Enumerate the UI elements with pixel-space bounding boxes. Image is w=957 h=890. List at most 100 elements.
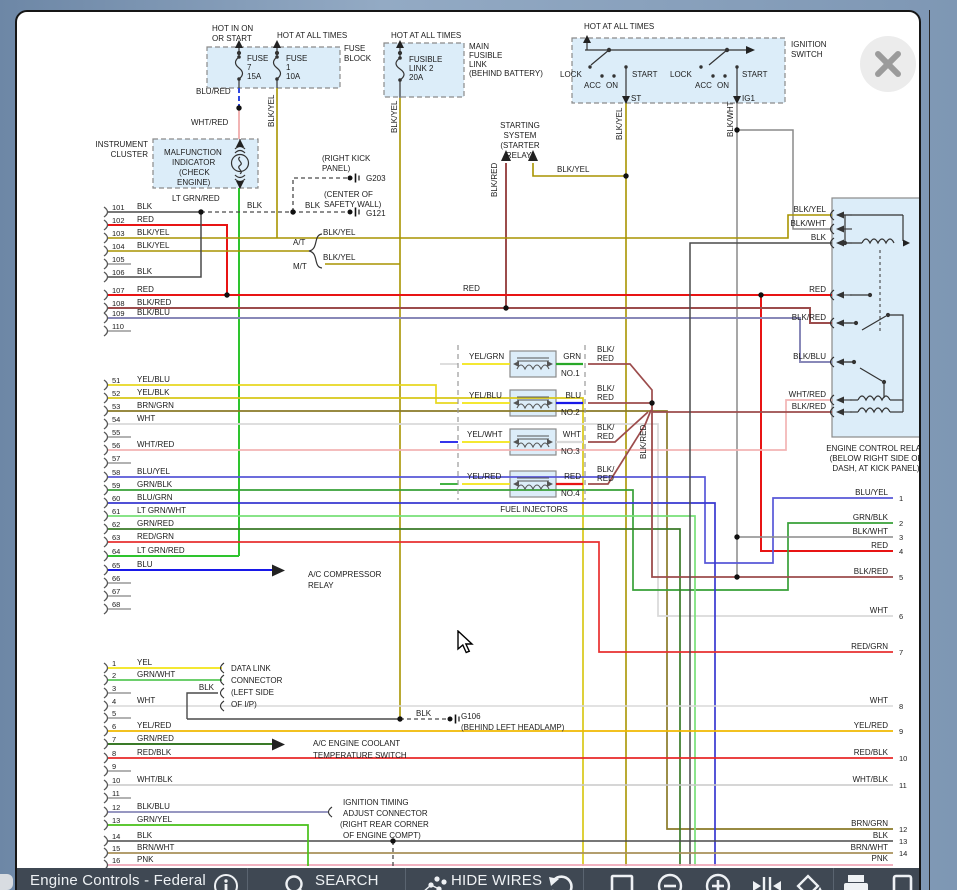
pin-number-101: 101 [112, 203, 125, 212]
save-page-button[interactable] [890, 873, 916, 890]
search-label[interactable]: SEARCH [315, 872, 379, 889]
right-pin-wire-label-4: RED [871, 541, 888, 550]
pin-wire-label-52: YEL/BLK [137, 388, 170, 397]
printer-icon [841, 873, 871, 890]
zoom-in-button[interactable] [705, 873, 731, 890]
close-button[interactable] [860, 36, 916, 92]
label-relay-cap-1: ENGINE CONTROL RELAY [826, 444, 921, 453]
toolbar-divider [405, 868, 406, 890]
color-mode-button[interactable] [795, 873, 825, 890]
dlc-brace [221, 663, 225, 673]
pin-number-67: 67 [112, 587, 120, 596]
symbol-line-22 [309, 234, 322, 268]
pin-terminal-51 [104, 380, 108, 390]
fit-width-button[interactable] [752, 873, 782, 890]
pin-number-110: 110 [112, 322, 124, 331]
label-v-blk-yel-2: BLK/YEL [390, 100, 399, 133]
right-pin-wire-label-11: WHT/BLK [852, 775, 888, 784]
pin-wire-label-64: LT GRN/RED [137, 546, 185, 555]
label-fuse-block-1: FUSE [344, 44, 365, 53]
pin-wire-label-54: WHT [137, 414, 155, 423]
pin-number-68: 68 [112, 600, 120, 609]
right-pin-wire-label-9: YEL/RED [854, 721, 888, 730]
pin-terminal-104 [104, 246, 108, 256]
label-mt: M/T [293, 262, 307, 271]
switch-contact-dot [711, 74, 714, 77]
pin-wire-label-56: WHT/RED [137, 440, 175, 449]
junction-dot [623, 173, 628, 178]
pin-terminal-66 [104, 578, 108, 588]
pin-number-109: 109 [112, 309, 125, 318]
junction-dot [290, 209, 295, 214]
pin-number-104: 104 [112, 242, 125, 251]
hide-wires-label[interactable]: HIDE WIRES [451, 872, 542, 889]
label-blu-red: BLU/RED [196, 87, 231, 96]
junction-dot-small [854, 321, 858, 325]
label-inj-r4: RED [564, 472, 581, 481]
right-pin-wire-label-14: BRN/WHT [851, 843, 888, 852]
label-fuse1-2: 1 [286, 63, 291, 72]
pin-number-3: 3 [112, 684, 116, 693]
label-rkp-2: PANEL) [322, 164, 351, 173]
pin-number-5: 5 [112, 709, 116, 718]
fuse-end-dot [398, 56, 402, 60]
fit-width-icon [752, 873, 782, 890]
label-relay-in-4: RED [809, 285, 826, 294]
junction-dot [236, 105, 241, 110]
pin-terminal-15 [104, 848, 108, 858]
label-inj-l4: YEL/RED [467, 472, 501, 481]
pin-wire-label-62: GRN/RED [137, 519, 174, 528]
label-start-a: START [632, 70, 658, 79]
zoom-out-button[interactable] [657, 873, 683, 890]
fit-screen-button[interactable] [609, 873, 635, 890]
right-pin-number-7: 7 [899, 648, 903, 657]
reset-view-button[interactable] [547, 873, 575, 890]
pin-terminal-103 [104, 233, 108, 243]
label-ign-1: IGNITION [791, 40, 827, 49]
pin-wire-label-65: BLU [137, 560, 153, 569]
label-ac-relay-1: A/C COMPRESSOR [308, 570, 382, 579]
pin-number-60: 60 [112, 494, 120, 503]
label-dlc-4: OF I/P) [231, 700, 257, 709]
right-pin-wire-label-6: WHT [870, 606, 888, 615]
pin-terminal-106 [104, 272, 108, 282]
window-edge [929, 10, 930, 890]
pin-terminal-105 [104, 259, 108, 269]
pin-number-54: 54 [112, 415, 120, 424]
label-inj-o2b: RED [597, 393, 614, 402]
label-lt-grn-red: LT GRN/RED [172, 194, 220, 203]
junction-dot-small [882, 380, 886, 384]
label-blk-dlc: BLK [199, 683, 215, 692]
print-button[interactable] [841, 873, 871, 890]
hide-wires-button[interactable] [417, 873, 447, 890]
label-itac-2: ADJUST CONNECTOR [343, 809, 428, 818]
label-hot-in-on-1: HOT IN ON [212, 24, 253, 33]
label-relay-in-5: BLK/RED [792, 313, 826, 322]
label-inj-l1: YEL/GRN [469, 352, 504, 361]
label-blk-yel-st: BLK/YEL [557, 165, 590, 174]
pin-wire-label-109: BLK/BLU [137, 308, 170, 317]
scroll-nub[interactable] [0, 874, 13, 890]
label-at: A/T [293, 238, 306, 247]
pin-wire-label-60: BLU/GRN [137, 493, 173, 502]
right-pin-number-12: 12 [899, 825, 907, 834]
pin-wire-label-108: BLK/RED [137, 298, 171, 307]
pin-terminal-57 [104, 458, 108, 468]
pin-terminal-14 [104, 836, 108, 846]
right-pin-wire-label-12: BRN/GRN [851, 819, 888, 828]
pin-number-61: 61 [112, 507, 120, 516]
info-button[interactable] [213, 873, 239, 890]
switch-pivot-dot [725, 48, 729, 52]
label-inj-r3: WHT [563, 430, 581, 439]
label-inj-n1: NO.1 [561, 369, 580, 378]
pin-terminal-64 [104, 551, 108, 561]
wires-icon [417, 873, 447, 890]
search-button[interactable] [283, 873, 309, 890]
pin-number-65: 65 [112, 561, 120, 570]
label-v-blk-red-1: BLK/RED [490, 163, 499, 197]
label-malf-3: (CHECK [179, 168, 210, 177]
pin-number-64: 64 [112, 547, 120, 556]
label-g121: G121 [366, 209, 386, 218]
right-pin-wire-label-8: WHT [870, 696, 888, 705]
label-fusible-1: FUSIBLE [409, 55, 442, 64]
